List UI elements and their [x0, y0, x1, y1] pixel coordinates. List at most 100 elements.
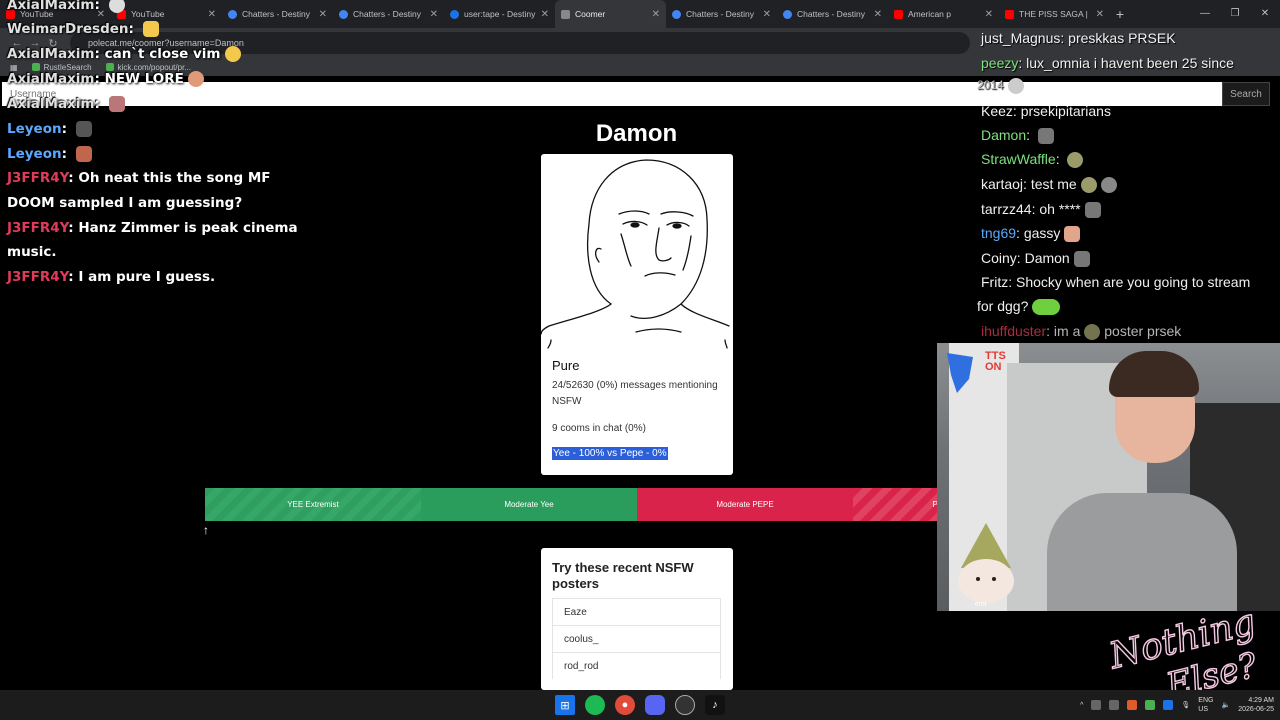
- chat-text: prsekipitarians: [1020, 103, 1111, 119]
- chat-username: peezy: [981, 55, 1019, 71]
- spotify-icon[interactable]: [585, 695, 605, 715]
- chevron-up-icon[interactable]: ^: [1080, 702, 1083, 709]
- clock[interactable]: 4:29 AM 2026-06-25: [1238, 696, 1274, 714]
- language-indicator[interactable]: ENG US: [1198, 696, 1213, 714]
- chat-message: ihuffduster: im a poster prsek: [981, 323, 1182, 341]
- discord-icon[interactable]: [645, 695, 665, 715]
- close-icon[interactable]: ✕: [763, 9, 771, 20]
- youtube-icon: [1005, 9, 1014, 19]
- coomer-icon: [561, 9, 570, 19]
- chat-message: Leyeon:: [7, 146, 92, 162]
- clock-time: 4:29 AM: [1248, 697, 1274, 704]
- page-title: Damon: [595, 120, 678, 147]
- chat-message: J3FFR4Y: I am pure I guess.: [7, 269, 216, 285]
- chat-username: AxialMaxim: [7, 0, 95, 13]
- emote-icon: [75, 121, 92, 137]
- taskbar: ⊞ ● ♪ ^ 🎙 ENG US 🔈 4:29 AM 2026-06-25: [0, 690, 1280, 720]
- chat-username: Leyeon: [7, 146, 62, 162]
- chat-message: J3FFR4Y: Hanz Zimmer is peak cinema: [7, 220, 298, 236]
- globe-icon: [672, 9, 681, 19]
- window-controls: — ❐ ✕: [1190, 0, 1280, 28]
- chat-message: J3FFR4Y: Oh neat this the song MF: [7, 170, 271, 186]
- chat-message: AxialMaxim:: [7, 0, 125, 13]
- close-icon[interactable]: ✕: [541, 9, 549, 20]
- maximize-icon[interactable]: ❐: [1220, 0, 1250, 28]
- tiktok-icon[interactable]: ♪: [705, 695, 725, 715]
- emote-icon: [142, 21, 159, 37]
- chat-text: I am pure I guess.: [78, 269, 216, 285]
- tab-title: Chatters - Destiny: [353, 9, 422, 19]
- chat-text: test me: [1030, 176, 1077, 192]
- chat-username: just_Magnus: [981, 30, 1061, 46]
- chat-username: WeimarDresden: [7, 21, 129, 37]
- youtube-icon: [894, 9, 903, 19]
- tab-title: THE PISS SAGA |: [1019, 9, 1088, 19]
- chrome-icon[interactable]: ●: [615, 695, 635, 715]
- browser-tab[interactable]: Chatters - Destiny ✕: [777, 0, 888, 28]
- list-item[interactable]: coolus_: [552, 625, 721, 652]
- tab-title: Chatters - Destiny: [686, 9, 755, 19]
- chat-text: Oh neat this the song MF: [78, 170, 271, 186]
- wojak-image: [541, 159, 730, 349]
- chat-message: Coiny: Damon: [981, 250, 1090, 268]
- chat-text: music.: [7, 244, 57, 260]
- chat-username: AxialMaxim: [7, 46, 95, 62]
- chat-username: tng69: [981, 225, 1017, 241]
- new-tab-button[interactable]: +: [1110, 0, 1130, 28]
- chat-message: DOOM sampled I am guessing?: [7, 195, 242, 211]
- chat-message: for dgg?: [977, 298, 1061, 316]
- gnome-sticker-icon: [958, 523, 1014, 603]
- messages-stat: 24/52630 (0%) messages mentioning NSFW: [552, 380, 718, 407]
- obs-icon[interactable]: [675, 695, 695, 715]
- browser-tab[interactable]: American p ✕: [888, 0, 999, 28]
- browser-tab[interactable]: Chatters - Destiny ✕: [333, 0, 444, 28]
- profile-card: Pure 24/52630 (0%) messages mentioning N…: [541, 154, 733, 475]
- scale-segment-moderate-yee: Moderate Yee: [421, 488, 637, 521]
- emote-icon: [1067, 152, 1084, 169]
- tray-app-icon[interactable]: [1091, 700, 1102, 710]
- tab-title: Coomer: [575, 9, 606, 19]
- browser-tab[interactable]: THE PISS SAGA | ✕: [999, 0, 1110, 28]
- close-icon[interactable]: ✕: [985, 9, 993, 20]
- chat-username: StrawWaffle: [981, 151, 1056, 167]
- webcam-person-hair: [1109, 351, 1199, 397]
- close-window-icon[interactable]: ✕: [1250, 0, 1280, 28]
- webcam-overlay: TTS ON emi: [937, 343, 1280, 611]
- chat-text: poster prsek: [1104, 323, 1182, 339]
- minimize-icon[interactable]: —: [1190, 0, 1220, 28]
- chat-message: AxialMaxim: NEW LORE: [7, 71, 204, 87]
- list-item[interactable]: Eaze: [552, 598, 721, 625]
- chat-username: Keez: [981, 103, 1013, 119]
- emote-icon: [1037, 128, 1054, 145]
- windows-icon[interactable]: ⊞: [555, 695, 575, 715]
- close-icon[interactable]: ✕: [874, 9, 882, 20]
- scale-pointer-icon: ↑: [203, 523, 209, 537]
- volume-icon[interactable]: 🔈: [1221, 701, 1230, 709]
- chat-username: Leyeon: [7, 121, 62, 137]
- emote-icon: [1064, 226, 1081, 243]
- list-item[interactable]: rod_rod: [552, 652, 721, 679]
- chat-message: Damon:: [981, 127, 1054, 145]
- emote-icon: [1007, 78, 1024, 94]
- chat-username: AxialMaxim: [7, 71, 95, 87]
- tray-app-icon[interactable]: [1145, 700, 1156, 710]
- chat-message: tng69: gassy: [981, 225, 1081, 243]
- emote-icon: [187, 71, 204, 87]
- webcam-person-body: [1047, 493, 1237, 611]
- browser-tab-active[interactable]: Coomer ✕: [555, 0, 666, 28]
- close-icon[interactable]: ✕: [652, 9, 660, 20]
- tab-title: American p: [908, 9, 951, 19]
- close-icon[interactable]: ✕: [1096, 9, 1104, 20]
- chat-text: NEW LORE: [104, 71, 184, 87]
- tray-app-icon[interactable]: [1109, 700, 1120, 710]
- browser-tab[interactable]: Chatters - Destiny ✕: [666, 0, 777, 28]
- close-icon[interactable]: ✕: [430, 9, 438, 20]
- emote-icon: [1073, 251, 1090, 268]
- scale-segment-yee-extremist: YEE Extremist: [205, 488, 421, 521]
- tray-app-icon[interactable]: [1163, 700, 1174, 710]
- brave-icon[interactable]: [1127, 700, 1138, 710]
- browser-tab[interactable]: user:tape - Destiny ✕: [444, 0, 555, 28]
- mic-icon[interactable]: 🎙: [1181, 701, 1190, 709]
- chat-text: preskkas PRSEK: [1068, 30, 1176, 46]
- chat-message: Leyeon:: [7, 121, 92, 137]
